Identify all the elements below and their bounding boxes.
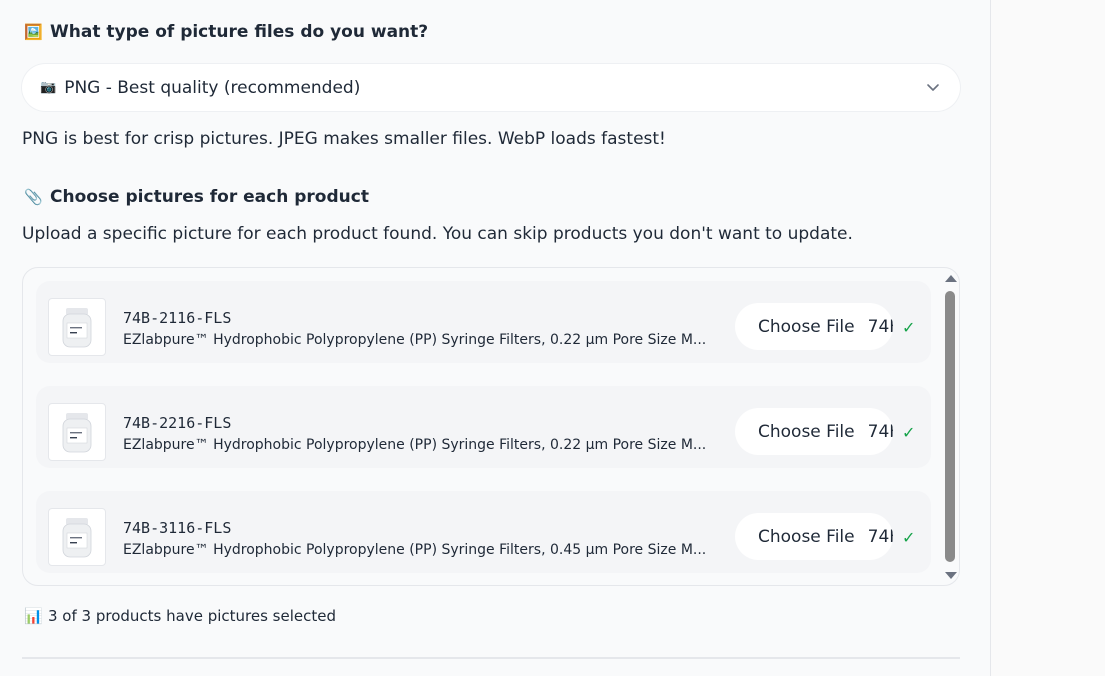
choose-file-button[interactable]: Choose File (758, 422, 855, 442)
chevron-down-icon (927, 84, 939, 91)
product-row: 74B-2216-FLS EZlabpure™ Hydrophobic Poly… (36, 386, 931, 468)
product-thumbnail (48, 403, 106, 461)
product-row: 74B-3116-FLS EZlabpure™ Hydrophobic Poly… (36, 491, 931, 573)
triangle-up-icon[interactable] (944, 273, 958, 283)
selection-status: 📊 3 of 3 products have pictures selected (24, 607, 336, 625)
selected-file-name: 74B-2216-FLS.png (867, 421, 893, 442)
check-icon: ✓ (902, 528, 916, 547)
choose-file-button[interactable]: Choose File (758, 317, 855, 337)
upload-heading-text: Choose pictures for each product (50, 187, 369, 207)
triangle-down-icon[interactable] (944, 571, 958, 581)
format-heading-text: What type of picture files do you want? (50, 22, 429, 42)
bar-chart-icon: 📊 (24, 607, 43, 625)
divider (22, 657, 960, 659)
format-select[interactable]: 📷 PNG - Best quality (recommended) (22, 64, 960, 111)
format-heading: 🖼️ What type of picture files do you wan… (24, 22, 428, 42)
paperclip-icon: 📎 (24, 188, 43, 206)
selected-file-name: 74B-2116-FLS.png (867, 316, 893, 337)
check-icon: ✓ (902, 423, 916, 442)
product-description: EZlabpure™ Hydrophobic Polypropylene (PP… (123, 542, 707, 558)
picture-icon: 🖼️ (24, 23, 43, 41)
upload-help-text: Upload a specific picture for each produ… (22, 224, 853, 244)
product-sku: 74B-3116-FLS (123, 519, 232, 537)
product-thumbnail (48, 298, 106, 356)
product-jar-image (62, 518, 92, 558)
product-sku: 74B-2216-FLS (123, 414, 232, 432)
format-select-value: PNG - Best quality (recommended) (64, 77, 361, 98)
camera-icon: 📷 (40, 80, 57, 95)
check-icon: ✓ (902, 318, 916, 337)
file-input[interactable]: Choose File 74B-3116-FLS.png (735, 513, 893, 560)
file-input[interactable]: Choose File 74B-2116-FLS.png (735, 303, 893, 350)
selected-file-name: 74B-3116-FLS.png (867, 526, 893, 547)
scrollbar-thumb[interactable] (945, 291, 955, 562)
product-jar-image (62, 308, 92, 348)
file-input[interactable]: Choose File 74B-2216-FLS.png (735, 408, 893, 455)
product-jar-image (62, 413, 92, 453)
upload-heading: 📎 Choose pictures for each product (24, 187, 369, 207)
choose-file-button[interactable]: Choose File (758, 527, 855, 547)
selection-status-text: 3 of 3 products have pictures selected (48, 607, 336, 625)
main-panel: 🖼️ What type of picture files do you wan… (0, 0, 991, 676)
product-description: EZlabpure™ Hydrophobic Polypropylene (PP… (123, 332, 707, 348)
product-list[interactable]: 74B-2116-FLS EZlabpure™ Hydrophobic Poly… (22, 267, 960, 586)
product-sku: 74B-2116-FLS (123, 309, 232, 327)
product-thumbnail (48, 508, 106, 566)
format-help-text: PNG is best for crisp pictures. JPEG mak… (22, 129, 666, 149)
product-description: EZlabpure™ Hydrophobic Polypropylene (PP… (123, 437, 707, 453)
product-row: 74B-2116-FLS EZlabpure™ Hydrophobic Poly… (36, 281, 931, 363)
right-sidebar (991, 0, 1105, 676)
